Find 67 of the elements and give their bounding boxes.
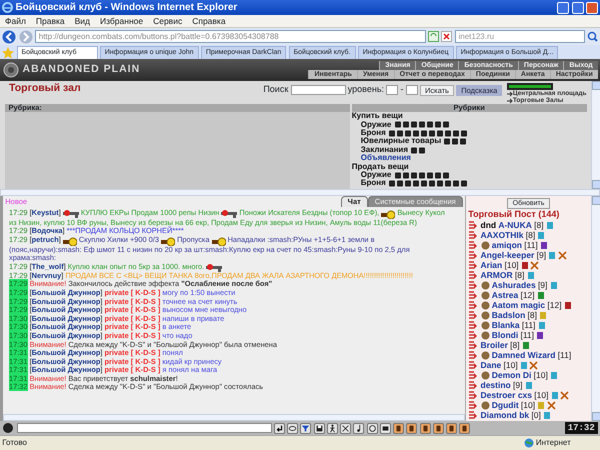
- player-level: [10]: [504, 260, 519, 270]
- category-link[interactable]: Оружие: [360, 120, 392, 130]
- menu-item[interactable]: Правка: [30, 15, 70, 27]
- menu-item[interactable]: Вид: [70, 15, 96, 27]
- menu-item[interactable]: Сервис: [148, 15, 188, 27]
- player-name[interactable]: A-NUKA: [498, 220, 532, 230]
- player-level: [12]: [547, 300, 562, 310]
- player-level: [0]: [531, 410, 541, 420]
- category-link[interactable]: Броня: [360, 129, 386, 138]
- status-text: dnd: [480, 220, 496, 230]
- menu-item[interactable]: Файл: [0, 15, 31, 27]
- player-level: [10]: [534, 390, 548, 400]
- page-title: Торговый зал: [9, 81, 81, 96]
- category-link[interactable]: Ювелирные товары: [360, 137, 442, 146]
- category-link[interactable]: Заклинания: [360, 146, 408, 154]
- player-level: [10]: [520, 400, 536, 410]
- category-link[interactable]: Оружие: [360, 171, 392, 180]
- player-name[interactable]: Aatom magic: [492, 300, 546, 310]
- player-name[interactable]: Diamond bk: [480, 410, 530, 420]
- player-level: [10]: [534, 370, 548, 380]
- player-level: [11]: [522, 320, 536, 330]
- player-level: [12]: [520, 290, 535, 300]
- level-label: уровень:: [348, 83, 384, 96]
- player-name[interactable]: destino: [480, 380, 511, 390]
- address-field[interactable]: http://dungeon.combats.com/buttons.pl?battle=0.673983054308788: [34, 30, 426, 43]
- list-title: Торговый Пост (144): [468, 209, 560, 220]
- ads-link[interactable]: Объявления: [360, 154, 411, 163]
- game-logo: ABANDONED PLAIN: [22, 62, 140, 78]
- category-heading: Купить вещи: [352, 112, 404, 121]
- player-name[interactable]: Angel-keeper: [480, 250, 534, 260]
- player-name[interactable]: Arian: [480, 260, 502, 270]
- category-heading: Продать вещи: [352, 162, 410, 171]
- player-name[interactable]: Dane: [480, 360, 502, 370]
- player-level: [8]: [528, 310, 537, 320]
- search-label: Поиск: [263, 83, 288, 96]
- player-level: [9]: [512, 380, 522, 390]
- player-name[interactable]: Broiler: [480, 340, 508, 350]
- dash-text: -: [400, 83, 404, 96]
- player-level: [9]: [536, 250, 546, 260]
- clock: 17:32: [564, 422, 598, 434]
- menu-item[interactable]: Избранное: [95, 15, 148, 27]
- player-name[interactable]: ARMOR: [480, 270, 513, 280]
- player-level: [9]: [538, 280, 548, 290]
- player-level: [11]: [524, 240, 538, 250]
- player-name[interactable]: Dgudit: [492, 400, 519, 410]
- player-level: [8]: [510, 340, 520, 350]
- player-level: [8]: [514, 270, 524, 280]
- player-name[interactable]: Destroer cxs: [480, 390, 532, 400]
- player-level: [11]: [520, 330, 534, 340]
- player-name[interactable]: Blanka: [492, 320, 520, 330]
- menu-item[interactable]: Справка: [187, 15, 231, 27]
- player-name[interactable]: Damned Wizard: [492, 350, 556, 360]
- player-name[interactable]: AAXOTHIk: [480, 230, 524, 240]
- player-name[interactable]: Badslon: [492, 310, 526, 320]
- player-level: [11]: [558, 350, 572, 360]
- player-name[interactable]: Astrea: [492, 290, 518, 300]
- player-name[interactable]: Demon Di: [492, 370, 532, 380]
- player-level: [8]: [526, 230, 536, 240]
- zone-text: Интернет: [536, 437, 571, 449]
- player-level: [10]: [504, 360, 518, 370]
- player-name[interactable]: amiqon: [492, 240, 522, 250]
- status-text: Готово: [2, 437, 28, 449]
- window-title: Бойцовский клуб - Windows Internet Explorer: [16, 1, 238, 15]
- player-name[interactable]: Ashurades: [492, 280, 536, 290]
- player-level: [8]: [534, 220, 544, 230]
- category-link[interactable]: Броня: [360, 179, 386, 188]
- player-name[interactable]: Blondi: [492, 330, 518, 340]
